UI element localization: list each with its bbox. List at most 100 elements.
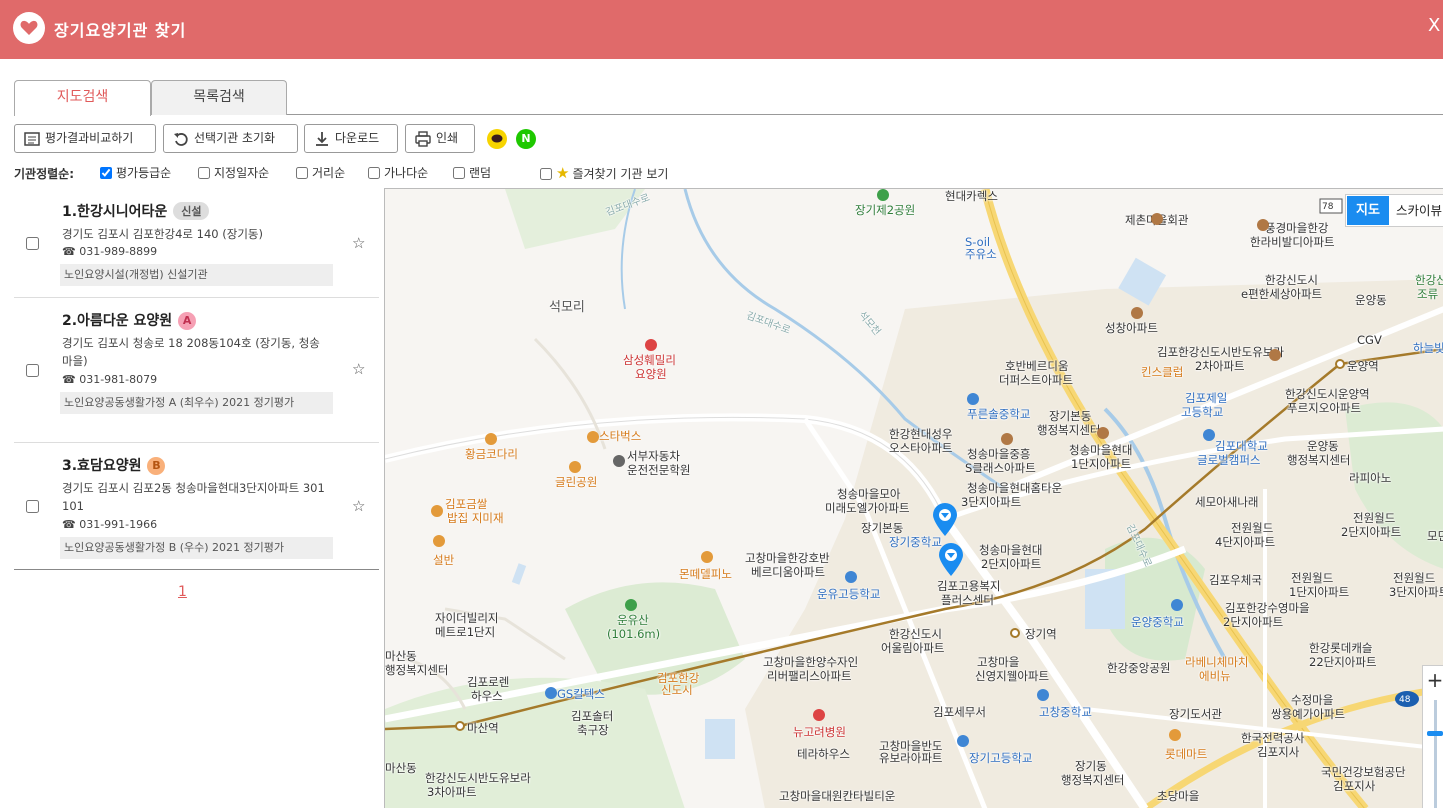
map-label[interactable]: 성창아파트 (1105, 321, 1158, 335)
map-label[interactable]: 고창마을 (977, 655, 1019, 669)
map-label[interactable]: CGV (1357, 333, 1382, 347)
map-label[interactable]: 청송마을현대 (979, 543, 1042, 557)
map-label[interactable]: 운전전문학원 (627, 463, 690, 477)
map-view[interactable]: 장기제2공원 현대카렉스 제촌마을회관 풍경마을한강 한라비발디아파트 S-oi… (384, 188, 1443, 808)
map-label[interactable]: 고등학교 (1181, 405, 1223, 419)
map-label[interactable]: 3단지아파트 (1389, 585, 1443, 599)
map-label[interactable]: 3단지아파트 (961, 495, 1021, 509)
favorite-star-icon[interactable]: ☆ (352, 497, 365, 515)
map-label[interactable]: 황금코다리 (465, 447, 518, 461)
map-label[interactable]: 김포솔터 (571, 709, 613, 723)
print-button[interactable]: 인쇄 (405, 124, 475, 153)
map-label[interactable]: 서부자동차 (627, 449, 680, 463)
map-label[interactable]: 몬떼델피노 (679, 567, 732, 581)
map-label[interactable]: 한라비발디아파트 (1250, 235, 1335, 249)
map-label[interactable]: 행정복지센터 (1061, 773, 1124, 787)
map-label[interactable]: 행정복지센터 (385, 663, 448, 677)
map-label[interactable]: 신영지웰아파트 (975, 669, 1049, 683)
map-label[interactable]: 청송마을현대홈타운 (967, 481, 1062, 495)
map-label[interactable]: 뉴고려병원 (793, 725, 846, 739)
map-label[interactable]: 김포고용복지 (937, 579, 1000, 593)
map-label[interactable]: 운양동 (1355, 293, 1387, 307)
close-button[interactable]: X (1428, 15, 1440, 36)
map-label[interactable]: 플러스센터 (941, 593, 994, 607)
map-label[interactable]: 김포금쌀 (445, 497, 487, 511)
map-label[interactable]: 행정복지센터 (1287, 453, 1350, 467)
tab-map-search[interactable]: 지도검색 (14, 80, 151, 116)
map-label[interactable]: 2단지아파트 (1223, 615, 1283, 629)
map-label[interactable]: 2단지아파트 (1341, 525, 1401, 539)
compare-button[interactable]: 평가결과비교하기 (14, 124, 156, 153)
map-label[interactable]: 22단지아파트 (1309, 655, 1377, 669)
kakao-share-icon[interactable] (487, 129, 507, 149)
map-label[interactable]: 한강신도시반도유보라 (425, 771, 531, 785)
sort-distance[interactable]: 거리순 (296, 163, 345, 183)
reset-selection-button[interactable]: 선택기관 초기화 (163, 124, 298, 153)
map-label[interactable]: 장기도서관 (1169, 707, 1222, 721)
map-label[interactable]: 풍경마을한강 (1265, 221, 1328, 235)
sort-random-checkbox[interactable] (453, 167, 465, 179)
map-label[interactable]: 설반 (433, 553, 454, 567)
map-label[interactable]: 푸르지오아파트 (1287, 401, 1361, 415)
map-label[interactable]: 신도시 (661, 683, 693, 697)
sort-date-checkbox[interactable] (198, 167, 210, 179)
map-label[interactable]: 청송마을현대 (1069, 443, 1132, 457)
map-label[interactable]: 주유소 (965, 247, 997, 261)
map-label[interactable]: 김포로렌 (467, 675, 509, 689)
sort-alphabetical-checkbox[interactable] (368, 167, 380, 179)
map-label[interactable]: 한강신도시 (1265, 273, 1318, 287)
download-button[interactable]: 다운로드 (304, 124, 398, 153)
favorite-star-icon[interactable]: ☆ (352, 360, 365, 378)
map-label[interactable]: 마산동 (385, 649, 417, 663)
sort-alphabetical[interactable]: 가나다순 (368, 163, 428, 183)
map-label[interactable]: 김포지사 (1257, 745, 1299, 759)
map-label[interactable]: S클래스아파트 (965, 461, 1036, 475)
map-label[interactable]: 전원월드 (1353, 511, 1395, 525)
select-checkbox[interactable] (26, 364, 39, 377)
map-label[interactable]: 초당마을 (1157, 789, 1199, 803)
select-checkbox[interactable] (26, 500, 39, 513)
facility-marker-icon[interactable] (932, 503, 958, 537)
map-label[interactable]: 행정복지센터 (1037, 423, 1100, 437)
map-label[interactable]: 메트로1단지 (435, 625, 495, 639)
map-label[interactable]: 스타벅스 (599, 429, 641, 443)
favorites-checkbox[interactable] (540, 168, 552, 180)
map-label[interactable]: 운양동 (1307, 439, 1339, 453)
map-label[interactable]: 에비뉴 (1199, 669, 1231, 683)
map-label[interactable]: 리버팰리스아파트 (767, 669, 852, 683)
map-label[interactable]: 전원월드 (1291, 571, 1333, 585)
tab-list-search[interactable]: 목록검색 (151, 80, 287, 115)
map-label[interactable]: (101.6m) (607, 627, 660, 641)
map-label[interactable]: 밥집 지미재 (447, 511, 504, 525)
map-label[interactable]: 세모아새나래 (1195, 495, 1258, 509)
map-label[interactable]: 2단지아파트 (981, 557, 1041, 571)
map-label[interactable]: 1단지아파트 (1071, 457, 1131, 471)
map-label[interactable]: 장기역 (1025, 627, 1057, 641)
map-label[interactable]: 장기동 (1075, 759, 1107, 773)
map-label[interactable]: 롯데마트 (1165, 747, 1207, 761)
sort-date[interactable]: 지정일자순 (198, 163, 269, 183)
map-label[interactable]: 한강현대성우 (889, 427, 952, 441)
sort-rating[interactable]: 평가등급순 (100, 163, 171, 183)
map-label[interactable]: 3차아파트 (427, 785, 477, 799)
map-label[interactable]: 한강신도시 (889, 627, 942, 641)
map-label[interactable]: 한강중앙공원 (1107, 661, 1170, 675)
zoom-slider-track[interactable] (1434, 700, 1437, 808)
map-label[interactable]: 김포지사 (1333, 779, 1375, 793)
map-label[interactable]: 미래도엘가아파트 (825, 501, 910, 515)
map-label[interactable]: 쌍용예가아파트 (1271, 707, 1345, 721)
map-label[interactable]: 장기중학교 (889, 535, 942, 549)
list-item[interactable]: 1.한강시니어타운 신설 경기도 김포시 김포한강4로 140 (장기동) ☎ 0… (14, 188, 379, 298)
map-label[interactable]: 모던 (1427, 529, 1443, 543)
map-label[interactable]: 운양중학교 (1131, 615, 1184, 629)
map-label[interactable]: 장기제2공원 (855, 203, 915, 217)
map-label[interactable]: 하우스 (471, 689, 503, 703)
map-label[interactable]: 호반베르디움 (1005, 359, 1068, 373)
map-label[interactable]: 마산역 (467, 721, 499, 735)
zoom-in-button[interactable]: + (1423, 668, 1443, 692)
sort-random[interactable]: 랜덤 (453, 163, 491, 183)
map-label[interactable]: GS칼텍스 (557, 687, 605, 701)
map-label[interactable]: 전원월드 (1231, 521, 1273, 535)
map-label[interactable]: 한강신도시 (1415, 273, 1443, 287)
map-label[interactable]: 4단지아파트 (1215, 535, 1275, 549)
